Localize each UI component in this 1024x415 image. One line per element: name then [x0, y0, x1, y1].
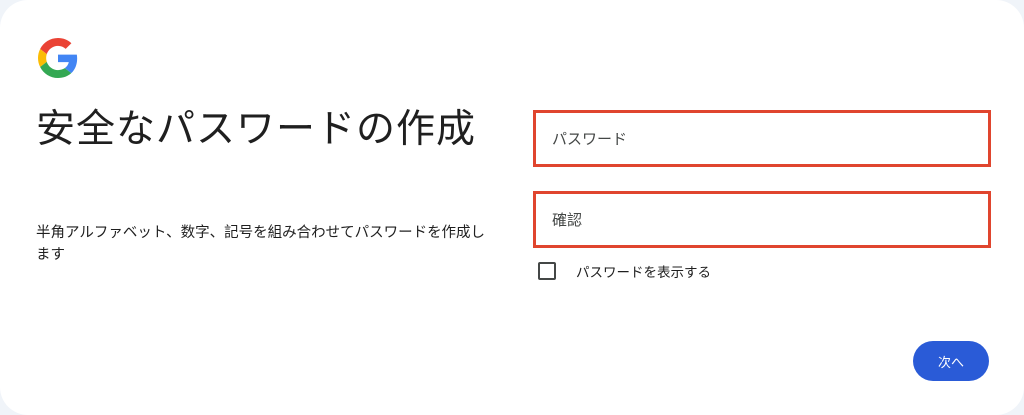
confirm-field-container	[533, 191, 991, 248]
show-password-checkbox[interactable]	[538, 262, 556, 280]
password-input[interactable]	[536, 113, 988, 164]
password-field-container	[533, 110, 991, 167]
signup-card: 安全なパスワードの作成 半角アルファベット、数字、記号を組み合わせてパスワードを…	[0, 0, 1024, 415]
next-button[interactable]: 次へ	[913, 341, 989, 381]
google-g-logo-icon	[38, 38, 78, 78]
show-password-label[interactable]: パスワードを表示する	[576, 261, 711, 281]
confirm-password-input[interactable]	[536, 194, 988, 245]
page-title: 安全なパスワードの作成	[36, 107, 477, 152]
page-subtitle: 半角アルファベット、数字、記号を組み合わせてパスワードを作成します	[36, 225, 486, 263]
show-password-row[interactable]: パスワードを表示する	[538, 261, 711, 281]
